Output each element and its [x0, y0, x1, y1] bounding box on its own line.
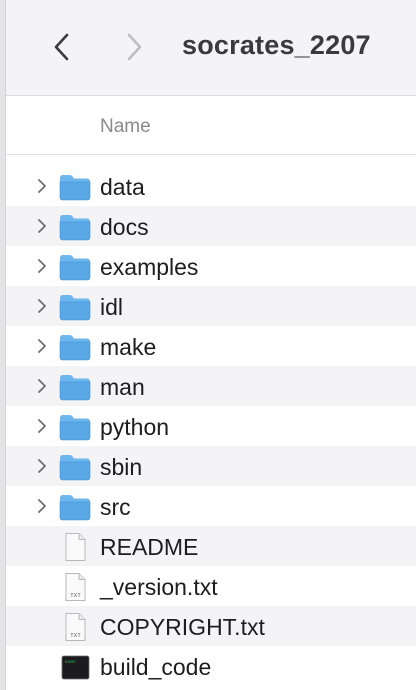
file-name: _version.txt — [100, 574, 218, 600]
file-list: data docs examples idl make man python sbin src R… — [6, 166, 416, 686]
disclosure-chevron-icon[interactable] — [34, 378, 50, 394]
disclosure-chevron-icon[interactable] — [34, 498, 50, 514]
window-title: socrates_2207 — [182, 30, 371, 60]
column-header: Name — [6, 97, 416, 155]
file-row[interactable]: README — [6, 526, 416, 566]
file-name: idl — [100, 294, 124, 320]
disclosure-chevron-icon[interactable] — [34, 218, 50, 234]
terminal-exec-icon: exec — [58, 653, 92, 681]
folder-icon — [58, 213, 92, 241]
file-row[interactable]: idl — [6, 286, 416, 326]
disclosure-chevron-icon[interactable] — [34, 458, 50, 474]
folder-icon — [58, 173, 92, 201]
folder-icon — [58, 293, 92, 321]
name-column-header[interactable]: Name — [100, 116, 151, 138]
file-row[interactable]: man — [6, 366, 416, 406]
file-name: man — [100, 374, 145, 400]
file-name: make — [100, 334, 157, 360]
disclosure-chevron-icon[interactable] — [34, 338, 50, 354]
finder-toolbar: socrates_2207 — [6, 0, 416, 96]
txt-file-icon: TXT — [58, 613, 92, 641]
file-name: COPYRIGHT.txt — [100, 614, 265, 640]
file-name: python — [100, 414, 170, 440]
file-row[interactable]: src — [6, 486, 416, 526]
file-row[interactable]: make — [6, 326, 416, 366]
file-name: sbin — [100, 454, 143, 480]
file-row[interactable]: TXT COPYRIGHT.txt — [6, 606, 416, 646]
file-row[interactable]: sbin — [6, 446, 416, 486]
chevron-right-icon — [127, 33, 142, 61]
folder-icon — [58, 453, 92, 481]
svg-text:exec: exec — [65, 660, 76, 665]
folder-icon — [58, 413, 92, 441]
txt-file-icon: TXT — [58, 573, 92, 601]
forward-button[interactable] — [118, 30, 150, 64]
folder-icon — [58, 493, 92, 521]
document-icon — [58, 533, 92, 561]
chevron-left-icon — [54, 33, 69, 61]
svg-text:TXT: TXT — [70, 593, 81, 599]
back-button[interactable] — [46, 30, 78, 64]
folder-icon — [58, 333, 92, 361]
file-name: examples — [100, 254, 199, 280]
disclosure-chevron-icon[interactable] — [34, 178, 50, 194]
file-name: build_code — [100, 654, 212, 680]
file-row[interactable]: data — [6, 166, 416, 206]
file-name: src — [100, 494, 131, 520]
file-name: README — [100, 534, 199, 560]
file-row[interactable]: docs — [6, 206, 416, 246]
file-name: docs — [100, 214, 149, 240]
disclosure-chevron-icon[interactable] — [34, 258, 50, 274]
file-row[interactable]: python — [6, 406, 416, 446]
file-row[interactable]: exec build_code — [6, 646, 416, 686]
disclosure-chevron-icon[interactable] — [34, 298, 50, 314]
svg-text:TXT: TXT — [70, 633, 81, 639]
file-name: data — [100, 174, 145, 200]
file-row[interactable]: examples — [6, 246, 416, 286]
folder-icon — [58, 373, 92, 401]
folder-icon — [58, 253, 92, 281]
file-row[interactable]: TXT _version.txt — [6, 566, 416, 606]
disclosure-chevron-icon[interactable] — [34, 418, 50, 434]
